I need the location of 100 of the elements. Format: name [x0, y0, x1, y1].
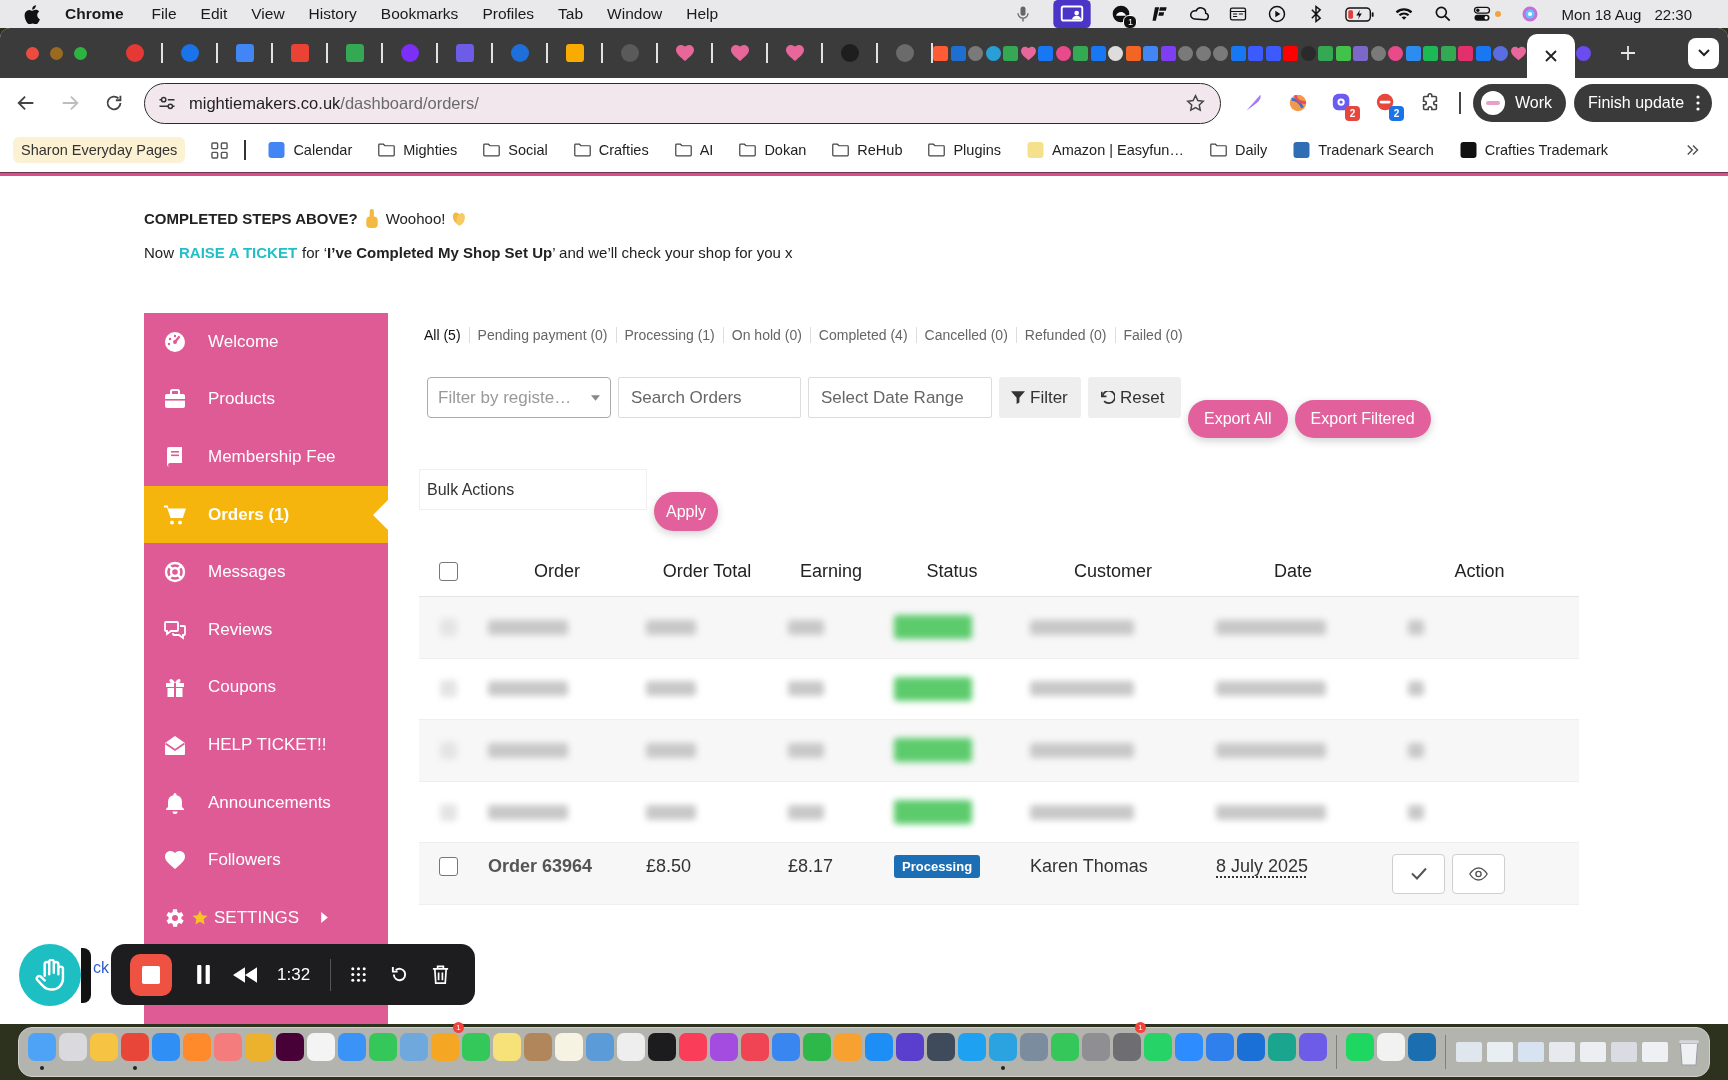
row-checkbox[interactable]: [439, 857, 458, 877]
bookmark[interactable]: AI: [668, 142, 720, 158]
more-options-icon: [1696, 95, 1701, 111]
earning-amount: £8.17: [788, 856, 834, 878]
complete-order-button[interactable]: [1392, 853, 1445, 894]
menu-item[interactable]: History: [308, 5, 357, 23]
bookmark[interactable]: Plugins: [922, 142, 1007, 158]
tab-search-button[interactable]: [1688, 37, 1719, 69]
column-header: Status: [925, 561, 979, 582]
status-filter-link[interactable]: On hold (0): [722, 327, 810, 343]
control-center-icon[interactable]: [1472, 4, 1493, 24]
select-all-checkbox[interactable]: [439, 562, 458, 581]
window-thumbnail[interactable]: [1580, 1042, 1606, 1062]
menu-item[interactable]: Window: [607, 5, 663, 23]
bookmark[interactable]: Crafties: [567, 142, 655, 158]
screen-share-icon[interactable]: [1052, 0, 1093, 28]
menu-item[interactable]: Tab: [558, 5, 584, 23]
search-field[interactable]: Search Orders: [618, 377, 801, 418]
caret-down-icon: [591, 394, 600, 401]
close-icon[interactable]: [1545, 50, 1557, 62]
url-text[interactable]: mightiemakers.co.uk/dashboard/orders/: [189, 93, 479, 113]
chevron-down-icon: [1697, 49, 1710, 57]
status-filter-link[interactable]: Failed (0): [1114, 327, 1191, 343]
bookmark[interactable]: Calendar: [262, 142, 359, 158]
customer-name: Karen Thomas: [1030, 856, 1148, 878]
heart-icon: [164, 849, 186, 872]
app-icon[interactable]: [648, 1033, 676, 1061]
app-icon[interactable]: [927, 1033, 955, 1061]
window-thumbnail[interactable]: [1456, 1042, 1482, 1062]
menu-item[interactable]: File: [151, 5, 177, 23]
bookmark[interactable]: Dokan: [733, 142, 813, 158]
trash-icon[interactable]: [431, 965, 451, 984]
pause-icon[interactable]: [194, 965, 213, 984]
running-dot-icon: [40, 1066, 44, 1070]
bookmark[interactable]: Tradenark Search: [1287, 142, 1440, 158]
check-icon: [1410, 867, 1427, 881]
app-icon[interactable]: [276, 1033, 304, 1061]
menu-item[interactable]: Help: [686, 5, 719, 23]
window-thumbnail[interactable]: [1611, 1042, 1637, 1062]
battery-icon[interactable]: [1345, 6, 1376, 22]
status-filter-link[interactable]: Pending payment (0): [468, 327, 616, 343]
dot-grid-icon[interactable]: [349, 965, 369, 984]
menu-item[interactable]: Bookmarks: [380, 5, 459, 23]
apps-grid-icon[interactable]: [211, 141, 229, 159]
window-thumbnail[interactable]: [1549, 1042, 1575, 1062]
bookmark[interactable]: Daily: [1203, 142, 1274, 158]
envelope-icon: [164, 733, 186, 756]
menu-item[interactable]: View: [251, 5, 285, 23]
reset-button[interactable]: Reset: [1088, 377, 1181, 418]
recorder-handle[interactable]: [81, 948, 91, 1003]
rewind-icon[interactable]: [233, 966, 257, 983]
notice-heading: COMPLETED STEPS ABOVE?: [144, 209, 358, 227]
bookmark[interactable]: Amazon | Easyfun…: [1021, 142, 1190, 158]
status-filter-link[interactable]: All (5): [419, 327, 469, 343]
status-filter-link[interactable]: Processing (1): [615, 327, 723, 343]
filter-button[interactable]: Filter: [999, 377, 1081, 418]
new-tab-icon[interactable]: [1620, 46, 1635, 60]
bookmark[interactable]: Mighties: [372, 142, 464, 158]
folder-icon: [739, 142, 757, 158]
status-badge: Processing: [894, 855, 981, 879]
order-number-link[interactable]: Order 63964: [488, 856, 593, 878]
view-order-button[interactable]: [1452, 853, 1505, 894]
address-bar[interactable]: mightiemakers.co.uk/dashboard/orders/: [144, 82, 1221, 124]
stop-recording-button[interactable]: [130, 953, 172, 996]
status-filter-link[interactable]: Refunded (0): [1015, 327, 1115, 343]
status-filter-link[interactable]: Completed (4): [809, 327, 916, 343]
undo-icon: [1101, 390, 1115, 405]
folder-icon: [378, 142, 396, 158]
link[interactable]: ck: [93, 959, 109, 977]
bookmark[interactable]: ReHub: [826, 142, 909, 158]
play-circle-icon[interactable]: [1267, 4, 1288, 24]
bookmark-star-icon[interactable]: [1185, 92, 1206, 114]
window-thumbnail[interactable]: [1518, 1042, 1544, 1062]
count-badge: 2: [1345, 106, 1360, 121]
bookmark[interactable]: Social: [477, 142, 554, 158]
date-range-field[interactable]: Select Date Range: [808, 377, 992, 418]
window-zoom-button[interactable]: [74, 46, 87, 60]
folder-icon: [832, 142, 850, 158]
window-thumbnail[interactable]: [1642, 1042, 1668, 1062]
profile-button[interactable]: Work: [1473, 84, 1567, 122]
status-filter-link[interactable]: Cancelled (0): [915, 327, 1016, 343]
bulk-actions-select[interactable]: Bulk Actions: [419, 469, 647, 510]
bookmark[interactable]: Crafties Trademark: [1453, 142, 1614, 158]
menu-item[interactable]: Edit: [200, 5, 228, 23]
cart-icon: [164, 503, 186, 526]
colorful-ball-icon[interactable]: [1287, 92, 1309, 114]
menu-bar-date[interactable]: Mon 18 Aug: [1561, 5, 1642, 23]
window-close-button[interactable]: [26, 46, 39, 60]
browser-tab[interactable]: [1527, 34, 1575, 78]
funnel-icon: [1011, 390, 1025, 405]
apple-logo-icon[interactable]: [24, 4, 40, 24]
folder-icon: [1209, 142, 1227, 158]
tab-group-chip[interactable]: Sharon Everyday Pages: [13, 137, 186, 163]
window-minimize-button[interactable]: [50, 46, 63, 60]
menu-item[interactable]: Chrome: [65, 5, 124, 23]
finish-update-button[interactable]: Finish update: [1574, 84, 1713, 122]
window-thumbnail[interactable]: [1487, 1042, 1513, 1062]
menu-bar-clock[interactable]: 22:30: [1654, 5, 1692, 23]
order-total: £8.50: [646, 856, 692, 878]
menu-item[interactable]: Profiles: [482, 5, 535, 23]
